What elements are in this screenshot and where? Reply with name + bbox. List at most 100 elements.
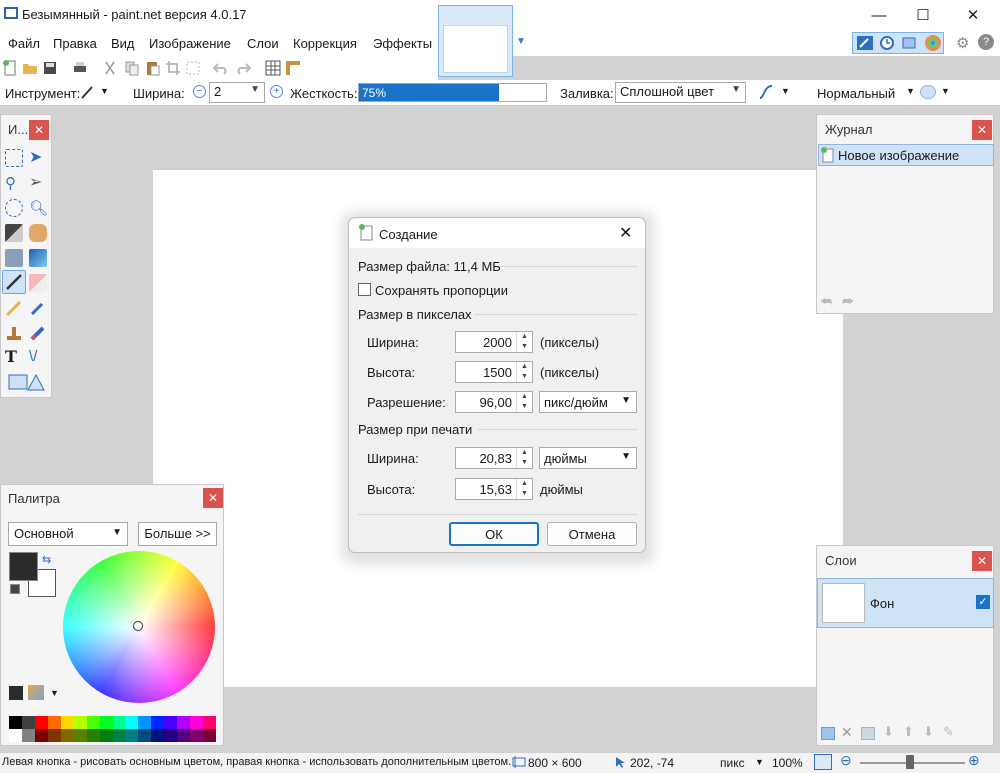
pencil-icon[interactable] <box>5 299 23 317</box>
pan-icon[interactable] <box>29 224 47 242</box>
ruler-icon[interactable] <box>285 60 301 76</box>
print-icon[interactable] <box>72 60 88 76</box>
layers-panel-close-icon[interactable]: ✕ <box>972 551 992 571</box>
print-height-input[interactable]: 15,63 ▲ ▼ <box>455 478 533 500</box>
rectangle-select-icon[interactable] <box>5 149 23 167</box>
menu-edit[interactable]: Правка <box>53 36 97 51</box>
alpha-dropdown-icon[interactable]: ▼ <box>941 86 950 96</box>
zoom-level[interactable]: 100% <box>772 756 803 770</box>
dialog-close-icon[interactable]: ✕ <box>619 223 632 243</box>
redo-icon[interactable] <box>235 60 251 76</box>
swap-colors-icon[interactable]: ⇆ <box>42 553 51 566</box>
move-layer-down-icon[interactable]: ⬇ <box>923 724 934 740</box>
print-width-unit-select[interactable]: дюймы ▼ <box>539 447 637 469</box>
primary-color-swatch[interactable] <box>9 552 38 581</box>
clone-stamp-icon[interactable] <box>5 324 23 342</box>
lasso-select-icon[interactable]: ⚲ <box>5 174 23 192</box>
eraser-icon[interactable] <box>29 274 47 292</box>
menu-adjustments[interactable]: Коррекция <box>293 36 357 51</box>
history-panel-close-icon[interactable]: ✕ <box>972 120 992 140</box>
delete-layer-icon[interactable]: ✕ <box>841 724 853 741</box>
move-selected-icon[interactable]: ➢ <box>29 174 47 192</box>
help-icon[interactable]: ? <box>978 34 994 50</box>
tool-dropdown-icon[interactable]: ▼ <box>100 86 109 96</box>
print-width-input[interactable]: 20,83 ▲ ▼ <box>455 447 533 469</box>
resolution-unit-select[interactable]: пикс/дюйм ▼ <box>539 391 637 413</box>
copy-icon[interactable] <box>124 60 140 76</box>
cancel-button[interactable]: Отмена <box>547 522 637 546</box>
keep-proportions-checkbox[interactable] <box>358 283 371 296</box>
minimize-button[interactable]: — <box>856 0 902 30</box>
layer-row[interactable]: Фон ✓ <box>817 578 994 628</box>
colors-window-icon[interactable] <box>924 34 942 52</box>
zoom-icon[interactable]: 🔍︎ <box>29 199 48 217</box>
palette-more-button[interactable]: Больше >> <box>138 522 217 546</box>
increase-width-icon[interactable]: + <box>270 85 283 98</box>
maximize-button[interactable]: ☐ <box>900 0 946 30</box>
close-window-button[interactable]: ✕ <box>950 0 996 30</box>
history-redo-icon[interactable]: ⮫ <box>842 294 854 310</box>
save-icon[interactable] <box>42 60 58 76</box>
menu-layers[interactable]: Слои <box>247 36 279 51</box>
fill-combo[interactable]: Сплошной цвет ▼ <box>615 82 746 103</box>
reset-colors-icon[interactable] <box>10 584 20 594</box>
brush-width-combo[interactable]: 2 ▼ <box>209 82 265 103</box>
settings-gear-icon[interactable]: ⚙ <box>956 34 969 52</box>
layer-visible-checkbox[interactable]: ✓ <box>976 595 990 609</box>
history-window-icon[interactable] <box>878 35 896 51</box>
zoom-in-icon[interactable]: ⊕ <box>968 752 980 769</box>
ellipse-select-icon[interactable] <box>5 199 23 217</box>
history-item[interactable]: Новое изображение <box>818 144 994 166</box>
move-selection-icon[interactable]: ➤ <box>29 149 47 167</box>
cut-icon[interactable] <box>102 60 118 76</box>
hardness-slider[interactable]: 75% <box>358 83 547 102</box>
gradient-icon[interactable] <box>29 249 47 267</box>
history-undo-icon[interactable]: ⮪ <box>820 294 832 310</box>
recolor-icon[interactable] <box>29 324 47 342</box>
decrease-width-icon[interactable]: − <box>193 85 206 98</box>
zoom-out-icon[interactable]: ⊖ <box>840 752 852 769</box>
tools-window-icon[interactable] <box>856 35 874 51</box>
new-image-icon[interactable] <box>2 60 18 76</box>
menu-view[interactable]: Вид <box>111 36 135 51</box>
add-layer-icon[interactable] <box>821 727 835 740</box>
menu-file[interactable]: Файл <box>8 36 40 51</box>
paintbrush-tool-selected[interactable] <box>2 270 26 294</box>
color-wheel[interactable] <box>63 551 215 703</box>
pixel-height-input[interactable]: 1500 ▲ ▼ <box>455 361 533 383</box>
line-curve-icon[interactable]: \/ <box>29 348 47 366</box>
tools-panel-close-icon[interactable]: ✕ <box>29 120 49 140</box>
crop-icon[interactable] <box>165 60 181 76</box>
magic-wand-icon[interactable] <box>5 224 23 242</box>
ok-button[interactable]: ОК <box>449 522 539 546</box>
pixel-width-input[interactable]: 2000 ▲ ▼ <box>455 331 533 353</box>
palette-menu-icon[interactable] <box>28 685 44 700</box>
units-select[interactable]: пикс <box>720 756 745 770</box>
shapes-icon[interactable] <box>8 372 46 392</box>
palette-dropdown-icon[interactable]: ▼ <box>50 688 59 698</box>
duplicate-layer-icon[interactable] <box>861 727 875 740</box>
blend-mode-dropdown-icon[interactable]: ▼ <box>906 86 915 96</box>
palette-mode-select[interactable]: Основной ▼ <box>8 522 128 546</box>
alpha-blending-icon[interactable] <box>920 85 936 99</box>
merge-down-icon[interactable]: ⬇ <box>883 724 894 740</box>
open-icon[interactable] <box>22 60 38 76</box>
move-layer-up-icon[interactable]: ⬆ <box>903 724 914 740</box>
layer-properties-icon[interactable]: ✎ <box>943 724 954 740</box>
palette-black-swatch-icon[interactable] <box>9 686 23 700</box>
units-dropdown-icon[interactable]: ▼ <box>755 757 764 767</box>
paint-bucket-icon[interactable] <box>5 249 23 267</box>
palette-swatches[interactable] <box>9 716 216 742</box>
layers-window-icon[interactable] <box>901 35 919 51</box>
paintbrush-icon[interactable] <box>80 84 96 100</box>
paste-icon[interactable] <box>145 60 161 76</box>
menu-effects[interactable]: Эффекты <box>373 36 432 51</box>
resolution-input[interactable]: 96,00 ▲ ▼ <box>455 391 533 413</box>
tab-dropdown-icon[interactable]: ▼ <box>516 36 526 47</box>
zoom-slider-thumb[interactable] <box>906 755 914 769</box>
text-tool-icon[interactable]: T <box>5 348 23 366</box>
color-picker-icon[interactable] <box>29 299 47 317</box>
blend-mode-value[interactable]: Нормальный <box>817 86 895 101</box>
palette-panel-close-icon[interactable]: ✕ <box>203 488 223 508</box>
antialiasing-icon[interactable] <box>758 84 774 100</box>
